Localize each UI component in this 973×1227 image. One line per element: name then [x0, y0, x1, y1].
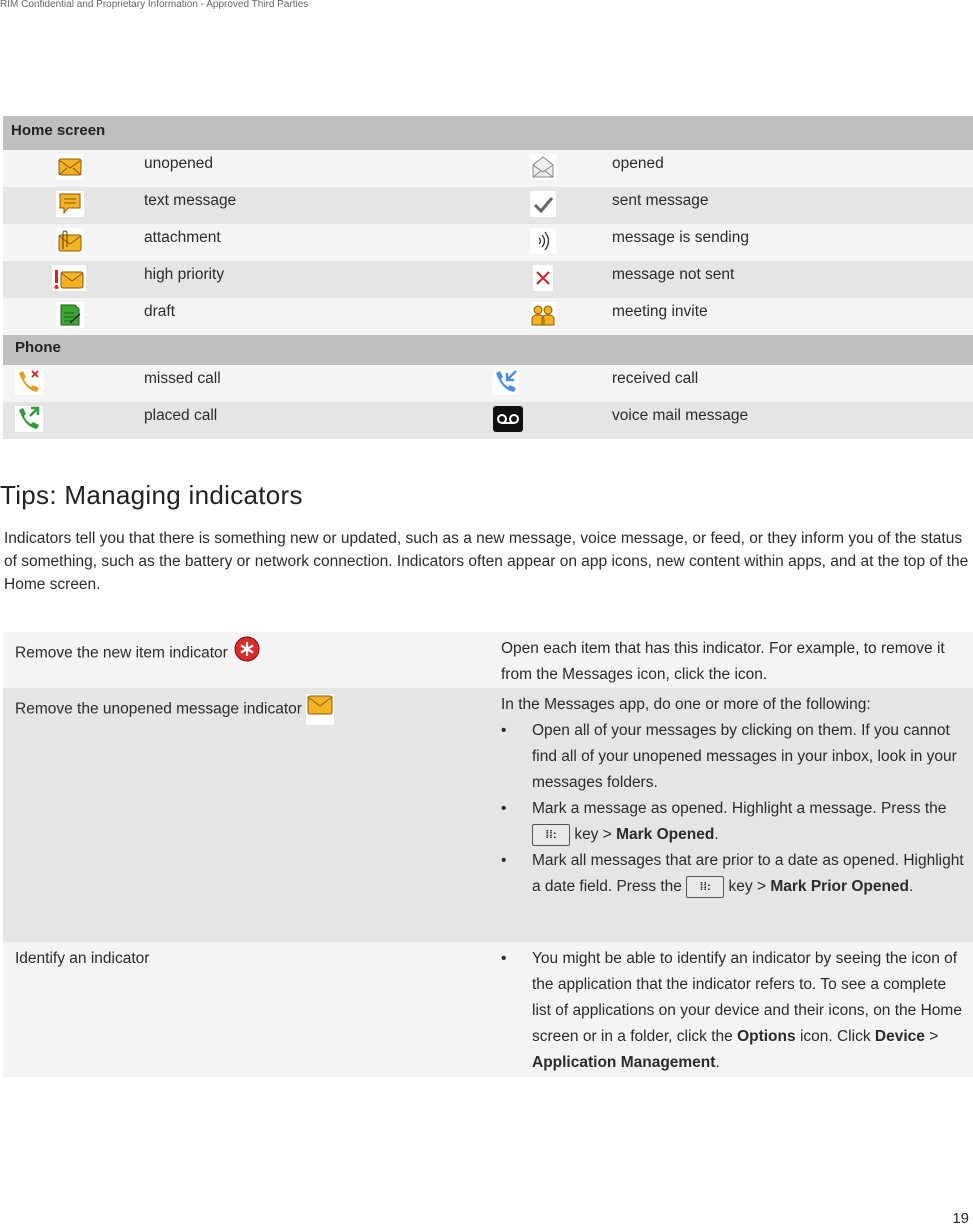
attachment-icon: [56, 228, 84, 254]
table-row: attachment message is sending: [3, 224, 973, 261]
unopened-envelope-icon: [56, 154, 84, 180]
indicator-label: missed call: [144, 370, 221, 387]
indicator-label: opened: [612, 155, 664, 172]
text: icon. Click: [799, 1028, 871, 1045]
indicator-label: received call: [612, 370, 699, 387]
table-row: placed call voice mail message: [3, 402, 973, 439]
text: key >: [574, 826, 612, 843]
blackberry-menu-key-icon: ⁞⁞:: [686, 875, 725, 898]
task-description: In the Messages app, do one or more of t…: [501, 696, 871, 713]
indicator-label: text message: [144, 192, 237, 209]
checkmark-icon: [530, 191, 556, 217]
draft-icon: [56, 302, 84, 328]
bullet-text: Open all of your messages by clicking on…: [532, 722, 957, 791]
section-header-phone: Phone: [3, 335, 973, 365]
bullet: •: [501, 852, 507, 869]
indicator-label: message not sent: [612, 266, 735, 283]
bullet-text: Mark all messages that are prior to a da…: [532, 848, 967, 900]
indicator-label: meeting invite: [612, 303, 708, 320]
opened-envelope-icon: [530, 154, 556, 180]
table-row: missed call received call: [3, 365, 973, 402]
received-call-icon: [493, 369, 519, 395]
voicemail-icon: [493, 406, 523, 432]
list-item: • Mark all messages that are prior to a d…: [501, 848, 967, 900]
bullet: •: [501, 800, 507, 817]
task-label: Remove the new item indicator: [15, 644, 228, 662]
menu-item-name: Mark Opened: [616, 826, 715, 843]
text: key >: [728, 878, 767, 895]
text: >: [929, 1028, 939, 1045]
indicator-label: placed call: [144, 407, 218, 424]
task-label: Identify an indicator: [15, 950, 150, 967]
indicator-label: attachment: [144, 229, 221, 246]
text: .: [714, 826, 719, 843]
menu-item-name: Mark Prior Opened: [770, 878, 910, 895]
table-row: Identify an indicator • You might be able…: [3, 942, 973, 1077]
unopened-envelope-icon: [306, 694, 335, 725]
table-row: Remove the new item indicator Open each …: [3, 632, 973, 688]
indicator-label: draft: [144, 303, 176, 320]
sending-waves-icon: [530, 228, 556, 254]
new-item-indicator-icon: [234, 636, 260, 671]
task-description: Open each item that has this indicator. …: [501, 640, 945, 683]
bullet-text: Mark a message as opened. Highlight a me…: [532, 796, 967, 848]
meeting-invite-icon: [530, 302, 556, 328]
menu-item-name: Application Management: [532, 1054, 716, 1071]
table-row: high priority message not sent: [3, 261, 973, 298]
placed-call-icon: [15, 406, 43, 432]
text: Mark a message as opened. Highlight a me…: [532, 800, 947, 817]
icon-name: Options: [737, 1028, 796, 1045]
red-x-icon: [533, 265, 553, 291]
indicator-table: Home screen unopened opened text message…: [3, 116, 973, 439]
menu-item-name: Device: [874, 1028, 925, 1045]
text: .: [715, 1054, 720, 1071]
indicator-label: message is sending: [612, 229, 749, 246]
confidential-notice: RIM Confidential and Proprietary Informa…: [0, 0, 309, 10]
text: .: [909, 878, 914, 895]
indicator-label: sent message: [612, 192, 709, 209]
missed-call-icon: [15, 369, 43, 395]
table-row: Remove the unopened message indicator In…: [3, 688, 973, 942]
text-message-icon: [56, 191, 84, 217]
table-row: draft meeting invite: [3, 298, 973, 335]
page-number: 19: [952, 1210, 969, 1227]
list-item: • You might be able to identify an indica…: [501, 946, 967, 1076]
bullet-text: You might be able to identify an indicat…: [532, 946, 967, 1076]
section-title: Tips: Managing indicators: [0, 480, 303, 510]
task-label: Remove the unopened message indicator: [15, 700, 302, 718]
list-item: • Open all of your messages by clicking o…: [501, 718, 967, 796]
table-row: unopened opened: [3, 150, 973, 187]
indicator-label: unopened: [144, 155, 213, 172]
list-item: • Mark a message as opened. Highlight a m…: [501, 796, 967, 848]
intro-paragraph: Indicators tell you that there is someth…: [4, 530, 969, 593]
blackberry-menu-key-icon: ⁞⁞:: [532, 823, 570, 846]
indicator-label: high priority: [144, 266, 225, 283]
tips-table: Remove the new item indicator Open each …: [3, 632, 973, 1077]
high-priority-icon: [52, 265, 86, 291]
bullet: •: [501, 722, 507, 739]
bullet: •: [501, 950, 507, 967]
table-row: text message sent message: [3, 187, 973, 224]
indicator-label: voice mail message: [612, 407, 749, 424]
section-header-home: Home screen: [3, 116, 973, 150]
